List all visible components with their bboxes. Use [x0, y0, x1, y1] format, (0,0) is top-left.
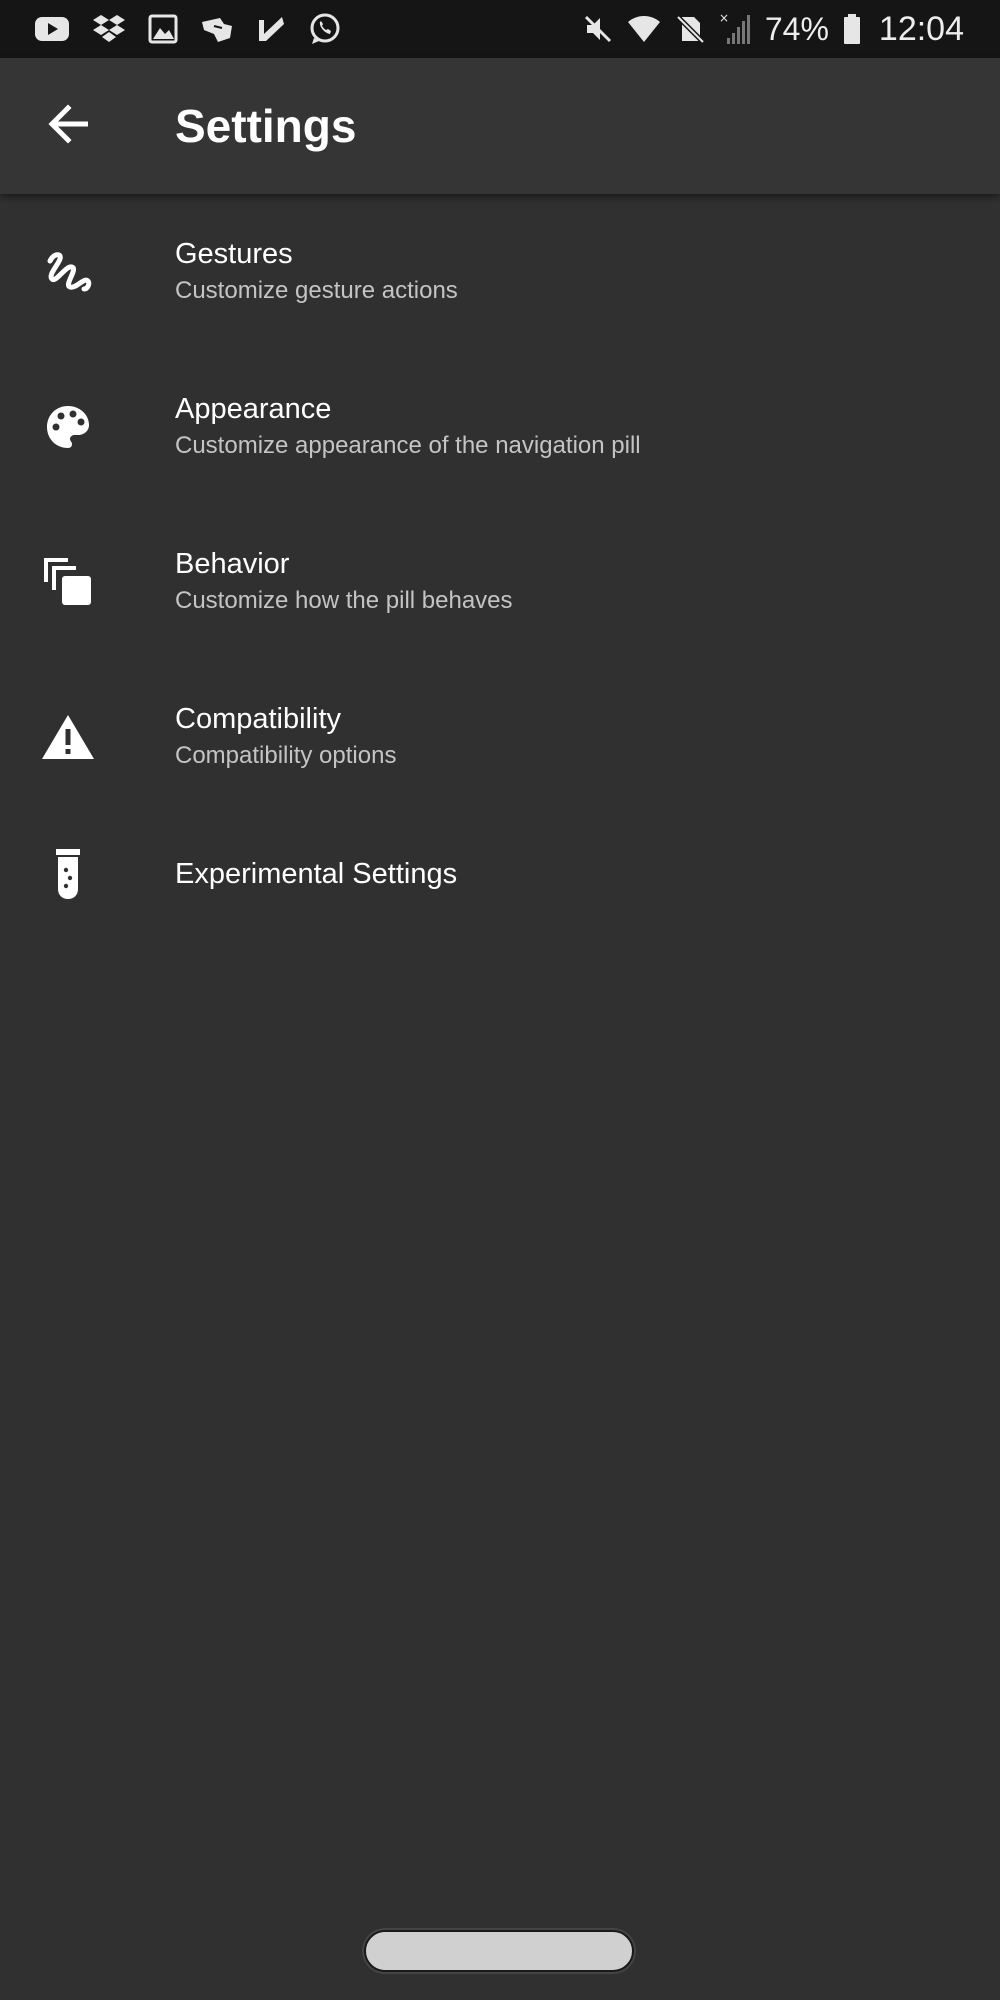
status-bar: × 74% 12:04 — [0, 0, 1000, 58]
settings-screen: × 74% 12:04 Settings Gestures Customize … — [0, 0, 1000, 2000]
settings-list: Gestures Customize gesture actions Appea… — [0, 194, 1000, 934]
youtube-icon — [34, 15, 70, 43]
page-title: Settings — [175, 100, 357, 152]
test-tube-icon — [38, 844, 98, 904]
app-bar: Settings — [0, 58, 1000, 194]
wifi-icon — [627, 14, 661, 44]
signal-icon: × — [719, 12, 751, 46]
mute-icon — [583, 14, 613, 44]
settings-item-title: Behavior — [175, 547, 290, 580]
back-button[interactable] — [38, 96, 98, 156]
system-status: × 74% 12:04 — [583, 10, 1000, 49]
settings-item-text: Gestures Customize gesture actions — [175, 235, 458, 309]
checkmark-app-icon — [256, 14, 286, 44]
settings-item-text: Behavior Customize how the pill behaves — [175, 545, 513, 619]
dropbox-icon — [92, 14, 126, 44]
layers-icon — [38, 552, 98, 612]
settings-item-text: Appearance Customize appearance of the n… — [175, 390, 641, 464]
warning-icon — [38, 707, 98, 767]
settings-item-compatibility[interactable]: Compatibility Compatibility options — [0, 659, 1000, 814]
settings-item-appearance[interactable]: Appearance Customize appearance of the n… — [0, 349, 1000, 504]
settings-item-title: Gestures — [175, 237, 293, 270]
gesture-icon — [38, 242, 98, 302]
settings-item-text: Experimental Settings — [175, 855, 457, 893]
settings-item-text: Compatibility Compatibility options — [175, 700, 396, 774]
settings-item-title: Compatibility — [175, 702, 341, 735]
svg-text:×: × — [719, 12, 729, 25]
notification-icons — [0, 12, 342, 46]
settings-item-subtitle: Customize appearance of the navigation p… — [175, 431, 641, 459]
settings-item-subtitle: Compatibility options — [175, 741, 397, 769]
hand-icon — [200, 14, 234, 44]
battery-percentage: 74% — [764, 10, 829, 47]
settings-item-title: Experimental Settings — [175, 858, 458, 890]
clock: 12:04 — [878, 9, 964, 48]
battery-icon — [843, 13, 861, 45]
whatsapp-icon — [308, 12, 342, 46]
settings-item-behavior[interactable]: Behavior Customize how the pill behaves — [0, 504, 1000, 659]
palette-icon — [38, 397, 98, 457]
gallery-icon — [148, 14, 178, 44]
settings-item-title: Appearance — [175, 392, 332, 425]
no-sim-icon — [675, 14, 705, 44]
settings-item-gestures[interactable]: Gestures Customize gesture actions — [0, 194, 1000, 349]
arrow-back-icon — [46, 103, 90, 149]
settings-item-subtitle: Customize how the pill behaves — [175, 586, 513, 614]
navigation-pill[interactable] — [364, 1930, 634, 1972]
settings-item-subtitle: Customize gesture actions — [175, 276, 458, 304]
settings-item-experimental[interactable]: Experimental Settings — [0, 814, 1000, 934]
